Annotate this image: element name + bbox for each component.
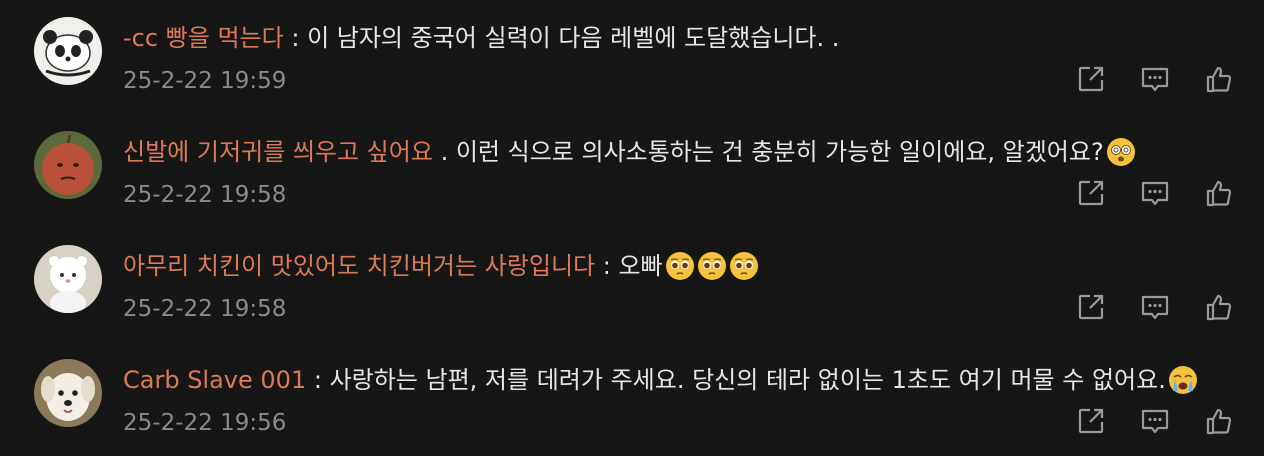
comment-icon	[1141, 67, 1169, 92]
comment-separator: :	[306, 366, 330, 394]
comment-text: 이런 식으로 의사소통하는 건 충분히 가능한 일이에요, 알겠어요?	[455, 138, 1104, 166]
comment-separator: :	[595, 252, 619, 280]
like-button[interactable]	[1204, 64, 1234, 94]
like-icon	[1206, 66, 1232, 93]
comment-author[interactable]: 신발에 기저귀를 씌우고 싶어요	[123, 132, 433, 172]
reply-button[interactable]	[1140, 178, 1170, 208]
white-bear-avatar-icon	[34, 245, 102, 313]
comment-time: 25-2-22 19:59	[123, 68, 287, 94]
comment-separator: .	[432, 138, 456, 166]
share-button[interactable]	[1076, 292, 1106, 322]
comment-text: 이 남자의 중국어 실력이 다음 레벨에 도달했습니다. .	[307, 24, 840, 52]
comment-actions	[1076, 178, 1234, 208]
avatar[interactable]	[34, 359, 102, 427]
like-icon	[1206, 408, 1232, 435]
share-icon	[1078, 294, 1104, 320]
like-icon	[1206, 180, 1232, 207]
pleading-face-emoji-icon	[665, 251, 695, 281]
reply-button[interactable]	[1140, 406, 1170, 436]
comment-time: 25-2-22 19:58	[123, 296, 287, 322]
share-button[interactable]	[1076, 406, 1106, 436]
comment-author[interactable]: Carb Slave 001	[123, 360, 306, 400]
comment-icon	[1141, 409, 1169, 434]
pleading-face-emoji-icon	[697, 251, 727, 281]
share-icon	[1078, 408, 1104, 434]
comment-line: -cc 빵을 먹는다 : 이 남자의 중국어 실력이 다음 레벨에 도달했습니다…	[123, 18, 1243, 58]
avatar[interactable]	[34, 17, 102, 85]
dizzy-face-emoji-icon	[1106, 137, 1136, 167]
reply-button[interactable]	[1140, 292, 1170, 322]
comment-actions	[1076, 64, 1234, 94]
crying-face-emoji-icon	[1168, 365, 1198, 395]
share-button[interactable]	[1076, 178, 1106, 208]
comment-item: Carb Slave 001 : 사랑하는 남편, 저를 데려가 주세요. 당신…	[0, 342, 1264, 456]
share-icon	[1078, 66, 1104, 92]
comment-text: 오빠	[618, 252, 663, 280]
apple-face-avatar-icon	[34, 131, 102, 199]
comment-icon	[1141, 181, 1169, 206]
comment-actions	[1076, 292, 1234, 322]
avatar[interactable]	[34, 245, 102, 313]
like-button[interactable]	[1204, 178, 1234, 208]
pleading-face-emoji-icon	[729, 251, 759, 281]
comment-separator: :	[283, 24, 308, 52]
like-button[interactable]	[1204, 406, 1234, 436]
puppy-avatar-icon	[34, 359, 102, 427]
comment-author[interactable]: 아무리 치킨이 맛있어도 치킨버거는 사랑입니다	[123, 246, 595, 286]
comment-item: 신발에 기저귀를 씌우고 싶어요 . 이런 식으로 의사소통하는 건 충분히 가…	[0, 114, 1264, 228]
avatar[interactable]	[34, 131, 102, 199]
panda-avatar-icon	[34, 17, 102, 85]
comment-line: Carb Slave 001 : 사랑하는 남편, 저를 데려가 주세요. 당신…	[123, 360, 1243, 400]
comment-item: -cc 빵을 먹는다 : 이 남자의 중국어 실력이 다음 레벨에 도달했습니다…	[0, 0, 1264, 114]
comment-time: 25-2-22 19:58	[123, 182, 287, 208]
like-icon	[1206, 294, 1232, 321]
comment-line: 신발에 기저귀를 씌우고 싶어요 . 이런 식으로 의사소통하는 건 충분히 가…	[123, 132, 1243, 172]
like-button[interactable]	[1204, 292, 1234, 322]
comment-item: 아무리 치킨이 맛있어도 치킨버거는 사랑입니다 : 오빠 25-2-22 19…	[0, 228, 1264, 342]
comment-icon	[1141, 295, 1169, 320]
comment-text: 사랑하는 남편, 저를 데려가 주세요. 당신의 테라 없이는 1초도 여기 머…	[329, 366, 1166, 394]
share-icon	[1078, 180, 1104, 206]
reply-button[interactable]	[1140, 64, 1170, 94]
share-button[interactable]	[1076, 64, 1106, 94]
comment-line: 아무리 치킨이 맛있어도 치킨버거는 사랑입니다 : 오빠	[123, 246, 1243, 286]
comment-actions	[1076, 406, 1234, 436]
comment-time: 25-2-22 19:56	[123, 410, 287, 436]
comment-author[interactable]: -cc 빵을 먹는다	[123, 18, 284, 58]
